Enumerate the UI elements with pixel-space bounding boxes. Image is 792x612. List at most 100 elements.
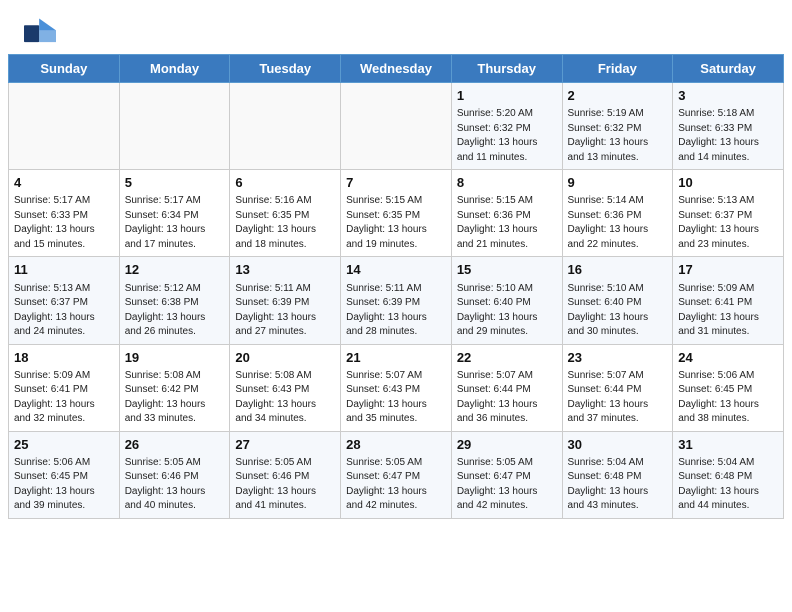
day-number: 31: [678, 436, 778, 454]
day-info: Sunrise: 5:07 AM Sunset: 6:43 PM Dayligh…: [346, 369, 446, 427]
day-cell: 1Sunrise: 5:20 AM Sunset: 6:32 PM Daylig…: [451, 83, 562, 170]
day-number: 25: [14, 436, 114, 454]
day-number: 11: [14, 261, 114, 279]
day-info: Sunrise: 5:08 AM Sunset: 6:42 PM Dayligh…: [125, 369, 225, 427]
weekday-saturday: Saturday: [673, 55, 784, 83]
day-info: Sunrise: 5:06 AM Sunset: 6:45 PM Dayligh…: [14, 456, 114, 514]
day-number: 15: [457, 261, 557, 279]
day-info: Sunrise: 5:06 AM Sunset: 6:45 PM Dayligh…: [678, 369, 778, 427]
day-number: 12: [125, 261, 225, 279]
day-number: 4: [14, 174, 114, 192]
day-info: Sunrise: 5:09 AM Sunset: 6:41 PM Dayligh…: [14, 369, 114, 427]
weekday-sunday: Sunday: [9, 55, 120, 83]
day-cell: 25 Sunrise: 5:06 AM Sunset: 6:45 PM Dayli…: [9, 431, 120, 518]
day-number: 24: [678, 349, 778, 367]
day-cell: 15Sunrise: 5:10 AM Sunset: 6:40 PM Dayli…: [451, 257, 562, 344]
day-number: 17: [678, 261, 778, 279]
day-info: Sunrise: 5:19 AM Sunset: 6:32 PM Dayligh…: [568, 107, 668, 165]
day-info: Sunrise: 5:11 AM Sunset: 6:39 PM Dayligh…: [346, 282, 446, 340]
day-cell: 14 Sunrise: 5:11 AM Sunset: 6:39 PM Dayli…: [341, 257, 452, 344]
calendar-wrapper: SundayMondayTuesdayWednesdayThursdayFrid…: [0, 54, 792, 527]
day-cell: 10 Sunrise: 5:13 AM Sunset: 6:37 PM Dayli…: [673, 170, 784, 257]
day-info: Sunrise: 5:07 AM Sunset: 6:44 PM Dayligh…: [457, 369, 557, 427]
day-info: Sunrise: 5:05 AM Sunset: 6:47 PM Dayligh…: [346, 456, 446, 514]
day-number: 9: [568, 174, 668, 192]
day-cell: 28 Sunrise: 5:05 AM Sunset: 6:47 PM Dayli…: [341, 431, 452, 518]
day-cell: 7Sunrise: 5:15 AM Sunset: 6:35 PM Daylig…: [341, 170, 452, 257]
day-cell: 5 Sunrise: 5:17 AM Sunset: 6:34 PM Daylig…: [119, 170, 230, 257]
week-row-2: 4 Sunrise: 5:17 AM Sunset: 6:33 PM Daylig…: [9, 170, 784, 257]
day-info: Sunrise: 5:18 AM Sunset: 6:33 PM Dayligh…: [678, 107, 778, 165]
day-number: 18: [14, 349, 114, 367]
day-cell: 12Sunrise: 5:12 AM Sunset: 6:38 PM Dayli…: [119, 257, 230, 344]
day-cell: 31 Sunrise: 5:04 AM Sunset: 6:48 PM Dayli…: [673, 431, 784, 518]
day-number: 3: [678, 87, 778, 105]
day-number: 26: [125, 436, 225, 454]
logo-icon: [24, 18, 56, 46]
day-cell: 11 Sunrise: 5:13 AM Sunset: 6:37 PM Dayli…: [9, 257, 120, 344]
day-number: 19: [125, 349, 225, 367]
day-number: 22: [457, 349, 557, 367]
day-number: 21: [346, 349, 446, 367]
header: [0, 0, 792, 54]
day-cell: 2Sunrise: 5:19 AM Sunset: 6:32 PM Daylig…: [562, 83, 673, 170]
day-number: 5: [125, 174, 225, 192]
day-info: Sunrise: 5:04 AM Sunset: 6:48 PM Dayligh…: [678, 456, 778, 514]
day-info: Sunrise: 5:13 AM Sunset: 6:37 PM Dayligh…: [678, 194, 778, 252]
day-number: 6: [235, 174, 335, 192]
day-number: 16: [568, 261, 668, 279]
day-number: 14: [346, 261, 446, 279]
day-number: 29: [457, 436, 557, 454]
day-info: Sunrise: 5:17 AM Sunset: 6:33 PM Dayligh…: [14, 194, 114, 252]
day-cell: [230, 83, 341, 170]
weekday-row: SundayMondayTuesdayWednesdayThursdayFrid…: [9, 55, 784, 83]
weekday-friday: Friday: [562, 55, 673, 83]
day-cell: 3 Sunrise: 5:18 AM Sunset: 6:33 PM Daylig…: [673, 83, 784, 170]
day-info: Sunrise: 5:04 AM Sunset: 6:48 PM Dayligh…: [568, 456, 668, 514]
day-number: 10: [678, 174, 778, 192]
day-cell: 6 Sunrise: 5:16 AM Sunset: 6:35 PM Daylig…: [230, 170, 341, 257]
week-row-1: 1Sunrise: 5:20 AM Sunset: 6:32 PM Daylig…: [9, 83, 784, 170]
day-number: 20: [235, 349, 335, 367]
day-cell: 9 Sunrise: 5:14 AM Sunset: 6:36 PM Daylig…: [562, 170, 673, 257]
day-info: Sunrise: 5:07 AM Sunset: 6:44 PM Dayligh…: [568, 369, 668, 427]
weekday-tuesday: Tuesday: [230, 55, 341, 83]
weekday-wednesday: Wednesday: [341, 55, 452, 83]
day-info: Sunrise: 5:16 AM Sunset: 6:35 PM Dayligh…: [235, 194, 335, 252]
day-number: 13: [235, 261, 335, 279]
day-number: 27: [235, 436, 335, 454]
day-info: Sunrise: 5:09 AM Sunset: 6:41 PM Dayligh…: [678, 282, 778, 340]
day-info: Sunrise: 5:13 AM Sunset: 6:37 PM Dayligh…: [14, 282, 114, 340]
logo: [24, 18, 60, 46]
week-row-5: 25 Sunrise: 5:06 AM Sunset: 6:45 PM Dayli…: [9, 431, 784, 518]
weekday-thursday: Thursday: [451, 55, 562, 83]
day-cell: 22 Sunrise: 5:07 AM Sunset: 6:44 PM Dayli…: [451, 344, 562, 431]
day-number: 28: [346, 436, 446, 454]
calendar-body: 1Sunrise: 5:20 AM Sunset: 6:32 PM Daylig…: [9, 83, 784, 519]
day-cell: 19 Sunrise: 5:08 AM Sunset: 6:42 PM Dayli…: [119, 344, 230, 431]
day-cell: 21 Sunrise: 5:07 AM Sunset: 6:43 PM Dayli…: [341, 344, 452, 431]
day-cell: 8 Sunrise: 5:15 AM Sunset: 6:36 PM Daylig…: [451, 170, 562, 257]
day-cell: 18 Sunrise: 5:09 AM Sunset: 6:41 PM Dayli…: [9, 344, 120, 431]
day-info: Sunrise: 5:15 AM Sunset: 6:36 PM Dayligh…: [457, 194, 557, 252]
day-cell: [341, 83, 452, 170]
day-number: 8: [457, 174, 557, 192]
day-cell: 13Sunrise: 5:11 AM Sunset: 6:39 PM Dayli…: [230, 257, 341, 344]
day-number: 30: [568, 436, 668, 454]
day-cell: 4 Sunrise: 5:17 AM Sunset: 6:33 PM Daylig…: [9, 170, 120, 257]
day-info: Sunrise: 5:14 AM Sunset: 6:36 PM Dayligh…: [568, 194, 668, 252]
day-cell: 30 Sunrise: 5:04 AM Sunset: 6:48 PM Dayli…: [562, 431, 673, 518]
week-row-4: 18 Sunrise: 5:09 AM Sunset: 6:41 PM Dayli…: [9, 344, 784, 431]
day-number: 7: [346, 174, 446, 192]
day-cell: 20Sunrise: 5:08 AM Sunset: 6:43 PM Dayli…: [230, 344, 341, 431]
day-number: 23: [568, 349, 668, 367]
day-cell: 29Sunrise: 5:05 AM Sunset: 6:47 PM Dayli…: [451, 431, 562, 518]
week-row-3: 11 Sunrise: 5:13 AM Sunset: 6:37 PM Dayli…: [9, 257, 784, 344]
day-info: Sunrise: 5:05 AM Sunset: 6:46 PM Dayligh…: [125, 456, 225, 514]
day-cell: [119, 83, 230, 170]
day-info: Sunrise: 5:17 AM Sunset: 6:34 PM Dayligh…: [125, 194, 225, 252]
day-cell: 17 Sunrise: 5:09 AM Sunset: 6:41 PM Dayli…: [673, 257, 784, 344]
day-cell: [9, 83, 120, 170]
calendar-table: SundayMondayTuesdayWednesdayThursdayFrid…: [8, 54, 784, 519]
day-number: 1: [457, 87, 557, 105]
